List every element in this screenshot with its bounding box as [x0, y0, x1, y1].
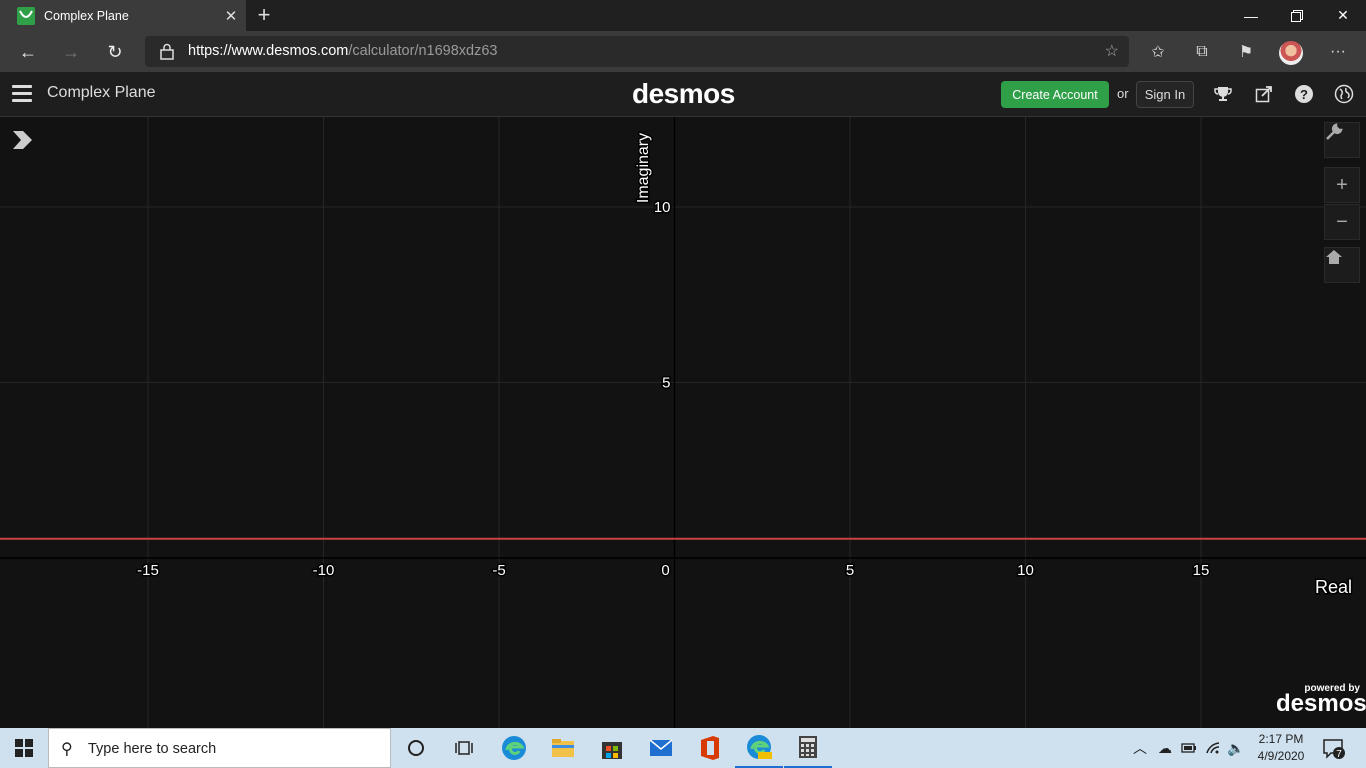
search-icon: ⚲: [61, 741, 73, 758]
url-text: https://www.desmos.com/calculator/n1698x…: [188, 43, 498, 59]
onedrive-cloud-icon[interactable]: ☁: [1154, 728, 1176, 768]
x-tick-label: 15: [1193, 562, 1210, 579]
task-view-icon[interactable]: [440, 728, 488, 768]
help-icon[interactable]: ?: [1292, 82, 1316, 106]
taskbar-search-box[interactable]: ⚲ Type here to search: [48, 728, 391, 768]
x-tick-label: -15: [137, 562, 159, 579]
x-tick-label: -10: [313, 562, 335, 579]
share-icon[interactable]: [1252, 82, 1276, 106]
default-viewport-home-icon[interactable]: [1324, 247, 1360, 283]
volume-icon[interactable]: 🔈: [1225, 728, 1247, 768]
show-expression-list-icon[interactable]: [10, 127, 36, 153]
desmos-favicon-icon: [17, 6, 35, 25]
svg-text:?: ?: [1300, 87, 1308, 102]
edge-browser-icon[interactable]: [490, 728, 538, 768]
microsoft-store-icon[interactable]: [588, 728, 636, 768]
zoom-in-icon[interactable]: +: [1324, 167, 1360, 203]
forward-icon[interactable]: →: [56, 37, 86, 67]
graph-paper[interactable]: -15 -10 -5 0 5 10 15 5 10 Real Imaginary + − power…: [0, 117, 1366, 728]
windows-taskbar: ⚲ Type here to search ︿ ☁ 🔈 2:17 PM 4/9/…: [0, 728, 1366, 768]
edge-canary-icon[interactable]: [735, 728, 783, 768]
back-icon[interactable]: ←: [13, 37, 43, 67]
graph-title[interactable]: Complex Plane: [47, 84, 156, 102]
desmos-header: Complex Plane desmos Create Account or S…: [0, 72, 1366, 117]
x-tick-label: -5: [492, 562, 505, 579]
or-label: or: [1117, 86, 1129, 101]
x-tick-label: 10: [1017, 562, 1034, 579]
action-center-notification-icon[interactable]: 7: [1322, 738, 1346, 760]
powered-by-desmos[interactable]: powered by desmos: [1276, 683, 1366, 717]
refresh-icon[interactable]: ↻: [100, 37, 130, 67]
browser-toolbar: ← → ↻ https://www.desmos.com/calculator/…: [0, 31, 1366, 72]
browser-tab-active[interactable]: Complex Plane ✕: [0, 0, 246, 31]
cortana-icon[interactable]: [392, 728, 440, 768]
profile-avatar[interactable]: [1279, 41, 1303, 65]
x-tick-label: 0: [661, 562, 669, 579]
x-tick-label: 5: [846, 562, 854, 579]
clock-date: 4/9/2020: [1257, 749, 1305, 763]
address-bar[interactable]: https://www.desmos.com/calculator/n1698x…: [145, 36, 1129, 67]
calculator-icon[interactable]: [784, 728, 832, 768]
url-path: /calculator/n1698xdz63: [348, 43, 498, 59]
search-placeholder: Type here to search: [88, 741, 217, 757]
restore-icon[interactable]: [1274, 0, 1320, 31]
graph-settings-wrench-icon[interactable]: [1324, 122, 1360, 158]
tab-close-icon[interactable]: ✕: [216, 7, 246, 25]
show-hidden-icons-chevron-icon[interactable]: ︿: [1130, 728, 1150, 768]
menu-icon[interactable]: [12, 85, 32, 103]
window-close-icon[interactable]: ✕: [1320, 0, 1366, 31]
trophy-icon[interactable]: [1211, 82, 1235, 106]
graph-canvas: -15 -10 -5 0 5 10 15 5 10 Real Imaginary: [0, 117, 1366, 728]
desmos-logo: desmos: [632, 78, 735, 109]
windows-start-icon[interactable]: [0, 728, 48, 768]
browser-tab-strip: Complex Plane ✕ + — ✕: [0, 0, 1366, 31]
file-explorer-icon[interactable]: [539, 728, 587, 768]
favorite-star-icon[interactable]: ☆: [1105, 41, 1119, 61]
new-tab-icon[interactable]: +: [252, 2, 276, 28]
favorites-icon[interactable]: ✩: [1143, 37, 1173, 67]
collections-icon[interactable]: ⧉: [1187, 37, 1217, 67]
lock-icon: [159, 43, 175, 60]
notification-count: 7: [1336, 749, 1342, 760]
battery-icon[interactable]: [1178, 728, 1200, 768]
sign-in-button[interactable]: Sign In: [1136, 81, 1194, 108]
y-tick-label: 5: [662, 375, 670, 392]
imaginary-axis-label: Imaginary: [635, 133, 652, 203]
feedback-icon[interactable]: ⚑: [1231, 37, 1261, 67]
real-axis-label: Real: [1315, 577, 1352, 597]
zoom-out-icon[interactable]: −: [1324, 204, 1360, 240]
language-globe-icon[interactable]: [1332, 82, 1356, 106]
clock-time: 2:17 PM: [1258, 732, 1304, 746]
y-tick-label: 10: [654, 199, 671, 216]
wifi-icon[interactable]: [1202, 728, 1224, 768]
tab-title: Complex Plane: [44, 8, 129, 23]
minimize-icon[interactable]: —: [1228, 0, 1274, 31]
url-domain: https://www.desmos.com: [188, 43, 349, 59]
system-clock[interactable]: 2:17 PM 4/9/2020: [1256, 731, 1306, 765]
mail-icon[interactable]: [637, 728, 685, 768]
office-icon[interactable]: [686, 728, 734, 768]
powered-by-logo: desmos: [1276, 690, 1366, 717]
create-account-button[interactable]: Create Account: [1001, 81, 1109, 108]
more-icon[interactable]: ···: [1323, 37, 1353, 67]
